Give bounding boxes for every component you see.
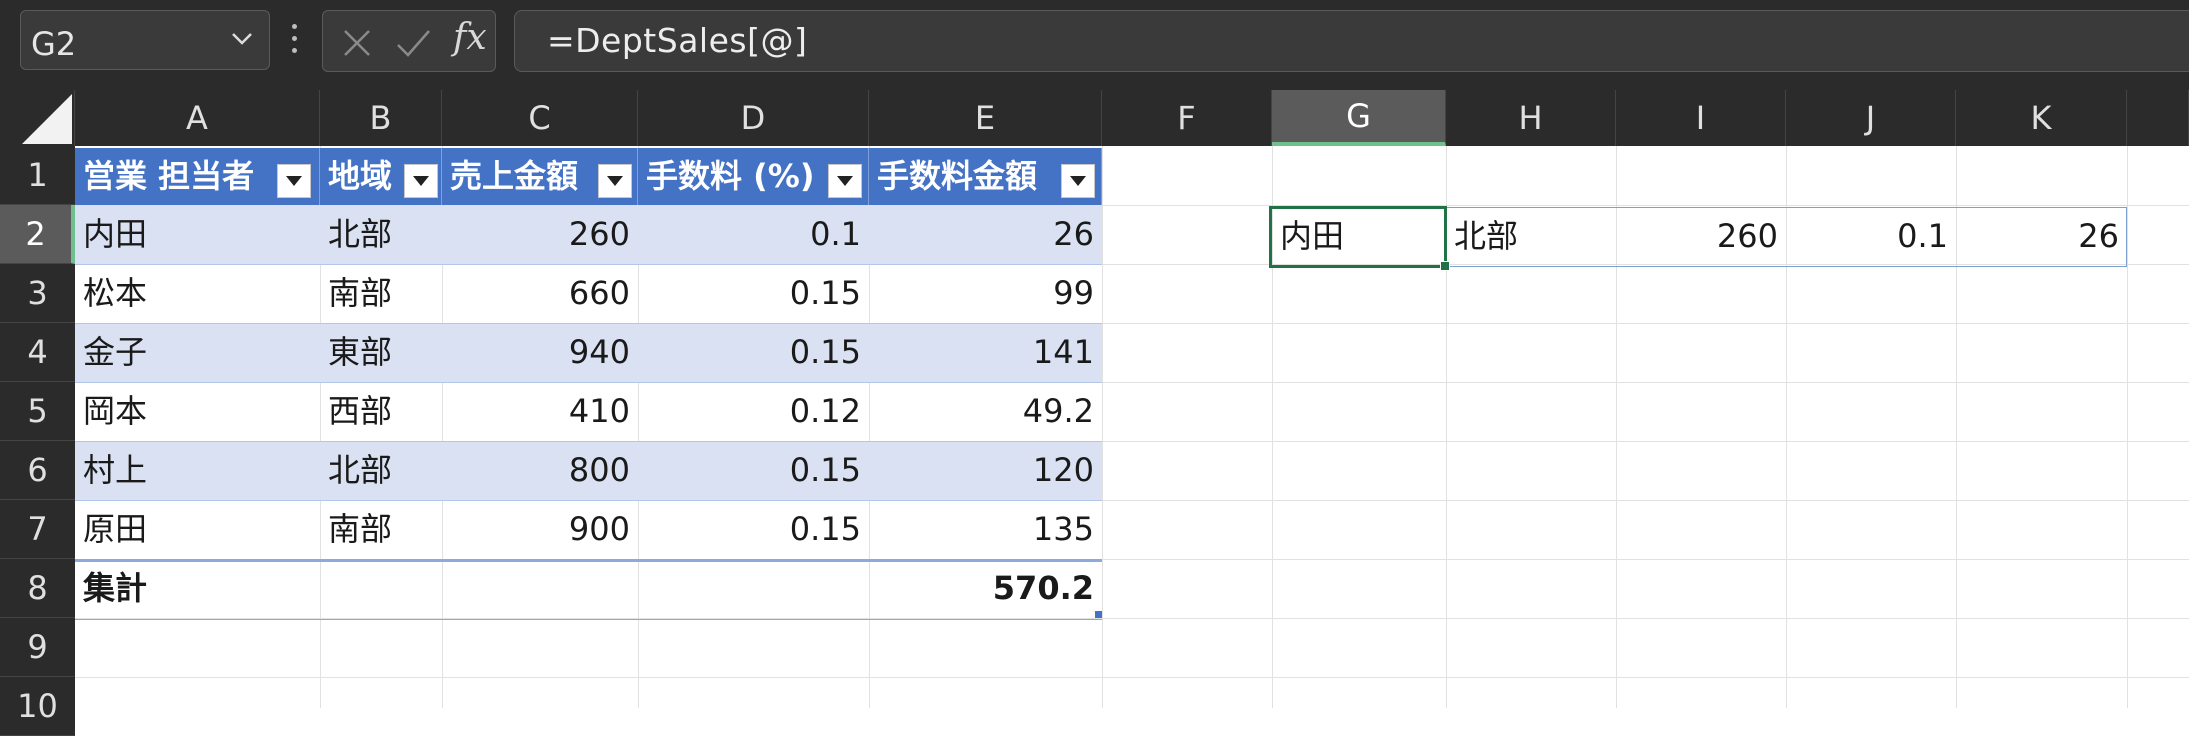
table-cell[interactable]: 北部 <box>320 205 442 264</box>
table-cell[interactable]: 0.12 <box>638 382 869 441</box>
table-header-label: 手数料 (%) <box>646 157 815 195</box>
filter-dropdown-button[interactable] <box>828 164 862 198</box>
name-box-value: G2 <box>31 25 77 63</box>
column-header-e[interactable]: E <box>869 90 1102 146</box>
column-header-c[interactable]: C <box>442 90 638 146</box>
table-cell[interactable]: 0.1 <box>638 205 869 264</box>
table-cell[interactable]: 0.15 <box>638 500 869 559</box>
filter-dropdown-button[interactable] <box>1061 164 1095 198</box>
table-header-label: 営業 担当者 <box>83 157 255 195</box>
table-cell[interactable]: 金子 <box>75 323 320 382</box>
table-total-value[interactable]: 570.2 <box>869 559 1102 618</box>
table-cell[interactable]: 北部 <box>320 441 442 500</box>
fill-handle[interactable] <box>1440 261 1450 271</box>
check-icon[interactable] <box>393 23 433 63</box>
row-header-2[interactable]: 2 <box>0 205 75 264</box>
table-cell[interactable]: 南部 <box>320 264 442 323</box>
row-header-6[interactable]: 6 <box>0 441 75 500</box>
row-header-3[interactable]: 3 <box>0 264 75 323</box>
table-cell[interactable]: 南部 <box>320 500 442 559</box>
more-options-icon[interactable] <box>291 24 299 58</box>
filter-dropdown-button[interactable] <box>598 164 632 198</box>
filter-arrow-icon <box>286 176 302 186</box>
filter-dropdown-button[interactable] <box>277 164 311 198</box>
row-header-4[interactable]: 4 <box>0 323 75 382</box>
filter-dropdown-button[interactable] <box>404 164 438 198</box>
formula-input[interactable]: =DeptSales[@] <box>514 10 2189 72</box>
gridline <box>1102 146 1103 708</box>
filter-arrow-icon <box>1070 176 1086 186</box>
filter-arrow-icon <box>837 176 853 186</box>
row-header-8[interactable]: 8 <box>0 559 75 618</box>
spill-cell[interactable]: 0.1 <box>1786 207 1956 266</box>
table-header-commission-amount[interactable]: 手数料金額 <box>869 148 1102 205</box>
table-bottom-border <box>75 619 1102 620</box>
table-cell[interactable]: 135 <box>869 500 1102 559</box>
table-cell[interactable]: 940 <box>442 323 638 382</box>
chevron-down-icon[interactable] <box>227 23 257 53</box>
filter-arrow-icon <box>413 176 429 186</box>
column-header-a[interactable]: A <box>75 90 320 146</box>
table-cell[interactable]: 0.15 <box>638 441 869 500</box>
column-header-k[interactable]: K <box>1956 90 2127 146</box>
table-header-region[interactable]: 地域 <box>320 148 442 205</box>
column-header-i[interactable]: I <box>1616 90 1786 146</box>
table-header-sales-amount[interactable]: 売上金額 <box>442 148 638 205</box>
table-cell[interactable]: 西部 <box>320 382 442 441</box>
table-cell[interactable]: 99 <box>869 264 1102 323</box>
spill-cell[interactable]: 北部 <box>1446 207 1616 266</box>
table-cell[interactable]: 260 <box>442 205 638 264</box>
column-header-g[interactable]: G <box>1272 90 1446 146</box>
gridline <box>75 677 2189 678</box>
insert-function-button[interactable]: fx <box>453 17 487 58</box>
table-cell[interactable]: 内田 <box>75 205 320 264</box>
table-cell[interactable]: 660 <box>442 264 638 323</box>
table-cell[interactable]: 800 <box>442 441 638 500</box>
table-cell[interactable]: 0.15 <box>638 323 869 382</box>
column-header-b[interactable]: B <box>320 90 442 146</box>
table-cell[interactable]: 120 <box>869 441 1102 500</box>
spill-cell[interactable]: 26 <box>1956 207 2127 266</box>
spill-cell[interactable]: 260 <box>1616 207 1786 266</box>
row-header-9[interactable]: 9 <box>0 618 75 677</box>
column-header-f[interactable]: F <box>1102 90 1272 146</box>
active-cell-outline[interactable] <box>1269 206 1447 268</box>
select-all-triangle-icon <box>22 94 72 144</box>
column-header-j[interactable]: J <box>1786 90 1956 146</box>
column-header-l[interactable] <box>2127 90 2189 146</box>
table-resize-handle[interactable] <box>1095 611 1102 618</box>
close-icon[interactable] <box>337 23 377 63</box>
column-header-h[interactable]: H <box>1446 90 1616 146</box>
formula-buttons: fx <box>322 10 496 72</box>
table-cell[interactable]: 900 <box>442 500 638 559</box>
row-header-5[interactable]: 5 <box>0 382 75 441</box>
row-header-10[interactable]: 10 <box>0 677 75 736</box>
table-cell[interactable]: 0.15 <box>638 264 869 323</box>
row-header-1[interactable]: 1 <box>0 146 75 205</box>
table-header-label: 地域 <box>328 157 393 195</box>
table-cell[interactable]: 49.2 <box>869 382 1102 441</box>
table-cell[interactable]: 松本 <box>75 264 320 323</box>
gridline <box>2127 146 2128 708</box>
table-total-label[interactable]: 集計 <box>75 559 320 618</box>
table-cell[interactable]: 東部 <box>320 323 442 382</box>
table-cell[interactable]: 岡本 <box>75 382 320 441</box>
row-header-7[interactable]: 7 <box>0 500 75 559</box>
table-header-sales-rep[interactable]: 営業 担当者 <box>75 148 320 205</box>
table-header-label: 売上金額 <box>450 157 579 195</box>
table-cell[interactable]: 原田 <box>75 500 320 559</box>
table-header-commission-rate[interactable]: 手数料 (%) <box>638 148 869 205</box>
table-cell[interactable]: 141 <box>869 323 1102 382</box>
formula-text: =DeptSales[@] <box>547 21 808 60</box>
filter-arrow-icon <box>607 176 623 186</box>
table-cell[interactable]: 村上 <box>75 441 320 500</box>
table-cell[interactable]: 26 <box>869 205 1102 264</box>
column-header-d[interactable]: D <box>638 90 869 146</box>
name-box[interactable]: G2 <box>20 10 270 70</box>
table-header-label: 手数料金額 <box>877 157 1038 195</box>
table-cell[interactable]: 410 <box>442 382 638 441</box>
